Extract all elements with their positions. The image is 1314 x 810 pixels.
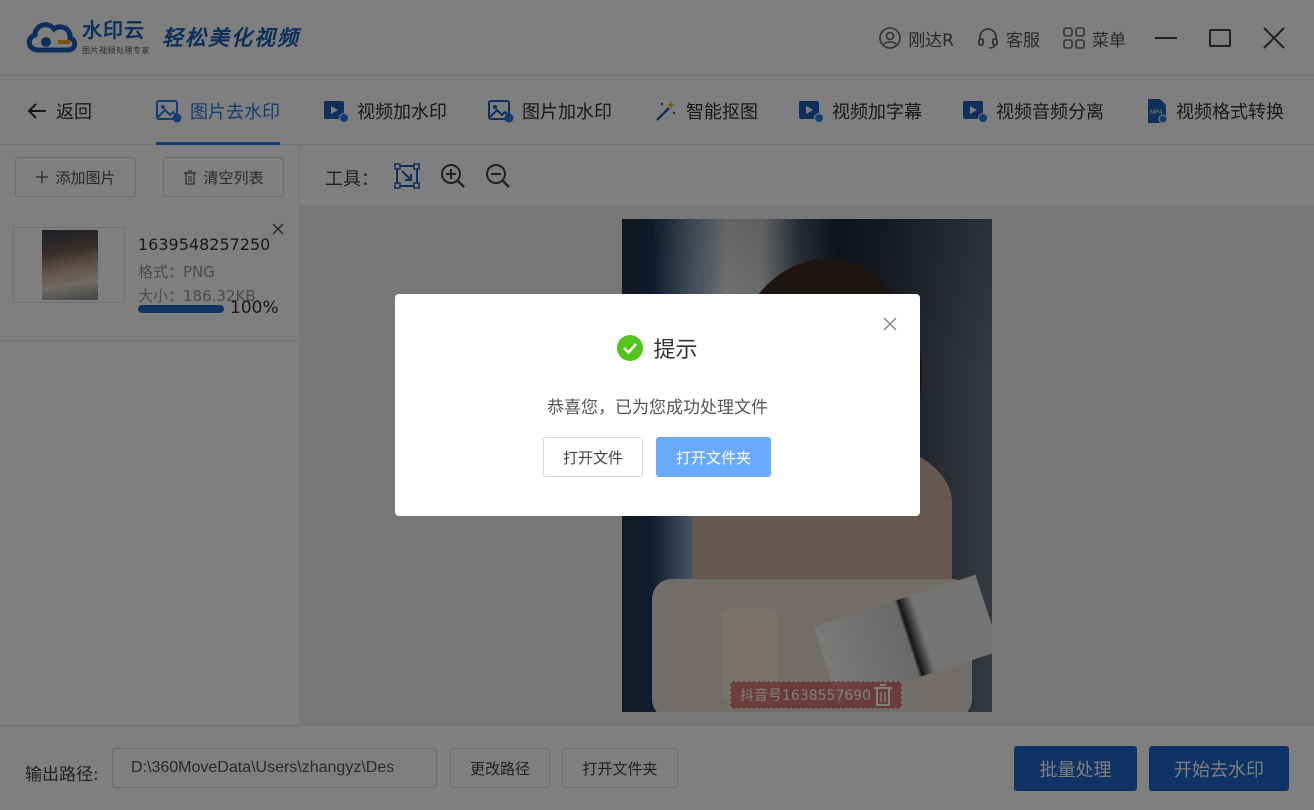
success-check-icon <box>617 335 644 361</box>
success-dialog: 提示 恭喜您，已为您成功处理文件 打开文件 打开文件夹 <box>395 294 920 516</box>
app-window: 水印云 图片视频处理专家 轻松美化视频 刚达R 客服 菜单 <box>0 0 1314 810</box>
open-file-button[interactable]: 打开文件 <box>543 437 643 477</box>
dialog-title-text: 提示 <box>653 338 698 363</box>
dialog-title: 提示 <box>395 332 920 364</box>
dialog-open-folder-button[interactable]: 打开文件夹 <box>656 437 771 477</box>
dialog-message: 恭喜您，已为您成功处理文件 <box>547 398 768 418</box>
close-dialog-icon[interactable] <box>882 316 898 332</box>
